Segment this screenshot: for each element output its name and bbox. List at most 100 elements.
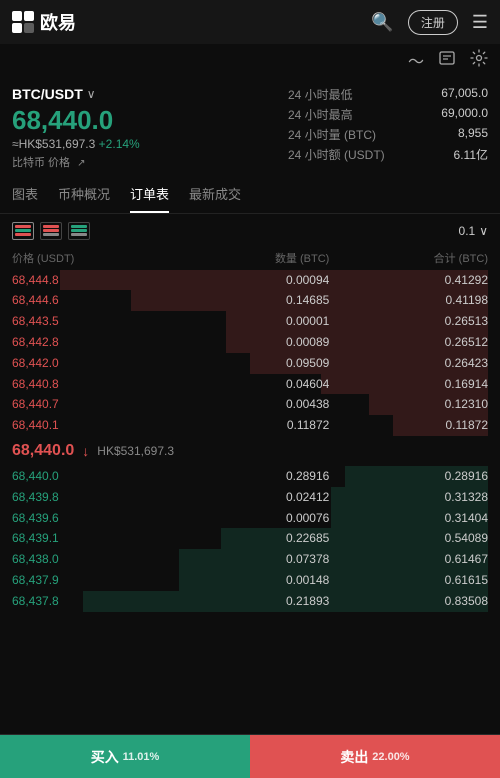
sell-price: 68,440.1 — [12, 417, 171, 434]
ticker-stat-row: 24 小时量 (BTC) 8,955 — [288, 126, 488, 143]
sell-price: 68,440.7 — [12, 396, 171, 413]
sub-header: 〜 — [0, 44, 500, 76]
tab-币种概况[interactable]: 币种概况 — [58, 176, 110, 213]
buy-price: 68,439.1 — [12, 530, 171, 547]
search-icon[interactable]: 🔍 — [371, 12, 393, 33]
table-row[interactable]: 68,440.1 0.11872 0.11872 — [12, 415, 488, 436]
buy-price: 68,439.6 — [12, 510, 171, 527]
news-icon[interactable] — [438, 49, 456, 72]
table-row[interactable]: 68,437.9 0.00148 0.61615 — [12, 570, 488, 591]
register-button[interactable]: 注册 — [408, 10, 458, 35]
sell-total: 0.26513 — [329, 313, 488, 330]
sell-total: 0.11872 — [329, 417, 488, 434]
tab-订单表[interactable]: 订单表 — [130, 176, 169, 213]
ticker-section: BTC/USDT ∨ 68,440.0 ≈HK$531,697.3 +2.14%… — [0, 76, 500, 176]
buy-total: 0.28916 — [329, 468, 488, 485]
sell-qty: 0.00089 — [171, 334, 330, 351]
hk-price: ≈HK$531,697.3 — [12, 137, 95, 151]
external-link-icon[interactable]: ↗ — [77, 158, 85, 169]
table-row[interactable]: 68,438.0 0.07378 0.61467 — [12, 549, 488, 570]
sell-qty: 0.04604 — [171, 376, 330, 393]
col-header-0: 价格 (USDT) — [12, 250, 171, 266]
sell-total: 0.26512 — [329, 334, 488, 351]
view-sell-icon[interactable] — [40, 222, 62, 240]
table-row[interactable]: 68,439.8 0.02412 0.31328 — [12, 487, 488, 508]
buy-total: 0.61467 — [329, 551, 488, 568]
table-row[interactable]: 68,439.1 0.22685 0.54089 — [12, 528, 488, 549]
sell-price: 68,442.8 — [12, 334, 171, 351]
orderbook-header: 0.1 ∨ — [0, 214, 500, 248]
sell-qty: 0.11872 — [171, 417, 330, 434]
table-row[interactable]: 68,437.8 0.21893 0.83508 — [12, 591, 488, 612]
precision-selector[interactable]: 0.1 ∨ — [459, 224, 488, 238]
sell-total: 0.12310 — [329, 396, 488, 413]
table-row[interactable]: 68,440.7 0.00438 0.12310 — [12, 394, 488, 415]
buy-orders: 68,440.0 0.28916 0.28916 68,439.8 0.0241… — [0, 466, 500, 612]
sell-label: 卖出 — [340, 747, 368, 767]
buy-qty: 0.21893 — [171, 593, 330, 610]
stat-label: 24 小时量 (BTC) — [288, 126, 376, 143]
col-headers: 价格 (USDT)数量 (BTC)合计 (BTC) — [0, 248, 500, 270]
view-icons — [12, 222, 90, 240]
buy-qty: 0.02412 — [171, 489, 330, 506]
tab-图表[interactable]: 图表 — [12, 176, 38, 213]
stat-label: 24 小时最低 — [288, 86, 353, 103]
table-row[interactable]: 68,440.8 0.04604 0.16914 — [12, 374, 488, 395]
stat-value: 69,000.0 — [441, 106, 488, 123]
precision-dropdown-icon: ∨ — [479, 224, 488, 238]
view-buy-icon[interactable] — [68, 222, 90, 240]
ticker-stat-row: 24 小时额 (USDT) 6.11亿 — [288, 146, 488, 163]
stat-value: 8,955 — [458, 126, 488, 143]
table-row[interactable]: 68,440.0 0.28916 0.28916 — [12, 466, 488, 487]
buy-qty: 0.28916 — [171, 468, 330, 485]
table-row[interactable]: 68,442.8 0.00089 0.26512 — [12, 332, 488, 353]
buy-price: 68,440.0 — [12, 468, 171, 485]
table-row[interactable]: 68,439.6 0.00076 0.31404 — [12, 508, 488, 529]
buy-total: 0.61615 — [329, 572, 488, 589]
buy-price: 68,437.8 — [12, 593, 171, 610]
sell-total: 0.16914 — [329, 376, 488, 393]
buy-total: 0.54089 — [329, 530, 488, 547]
sell-price: 68,444.8 — [12, 272, 171, 289]
header-right: 🔍 注册 ☰ — [371, 10, 488, 35]
sell-price: 68,444.6 — [12, 292, 171, 309]
table-row[interactable]: 68,444.6 0.14685 0.41198 — [12, 290, 488, 311]
table-row[interactable]: 68,444.8 0.00094 0.41292 — [12, 270, 488, 291]
bottom-bar: 买入 11.01% 卖出 22.00% — [0, 734, 500, 778]
stat-label: 24 小时最高 — [288, 106, 353, 123]
ticker-left: BTC/USDT ∨ 68,440.0 ≈HK$531,697.3 +2.14%… — [12, 86, 288, 170]
menu-icon[interactable]: ☰ — [472, 12, 488, 33]
logo-area: 欧易 — [12, 9, 76, 35]
pair-dropdown-icon[interactable]: ∨ — [87, 87, 96, 101]
table-row[interactable]: 68,442.0 0.09509 0.26423 — [12, 353, 488, 374]
sell-price: 68,440.8 — [12, 376, 171, 393]
stat-label: 24 小时额 (USDT) — [288, 146, 385, 163]
sell-qty: 0.14685 — [171, 292, 330, 309]
tab-最新成交[interactable]: 最新成交 — [189, 176, 241, 213]
settings-icon[interactable] — [470, 49, 488, 72]
stat-value: 6.11亿 — [454, 146, 488, 163]
sell-price: 68,443.5 — [12, 313, 171, 330]
ticker-pair: BTC/USDT ∨ — [12, 86, 288, 102]
sell-price: 68,442.0 — [12, 355, 171, 372]
ticker-stat-row: 24 小时最低67,005.0 — [288, 86, 488, 103]
buy-total: 0.31404 — [329, 510, 488, 527]
buy-qty: 0.00076 — [171, 510, 330, 527]
sell-orders: 68,444.8 0.00094 0.41292 68,444.6 0.1468… — [0, 270, 500, 436]
chart-wave-icon[interactable]: 〜 — [408, 48, 424, 72]
ticker-hk: ≈HK$531,697.3 +2.14% — [12, 137, 288, 151]
sell-qty: 0.00001 — [171, 313, 330, 330]
sell-button[interactable]: 卖出 22.00% — [250, 735, 500, 778]
header: 欧易 🔍 注册 ☰ — [0, 0, 500, 44]
col-header-1: 数量 (BTC) — [171, 250, 330, 266]
sell-total: 0.41198 — [329, 292, 488, 309]
sell-pct: 22.00% — [372, 751, 409, 763]
logo-icon — [12, 11, 34, 33]
mid-hk-price: HK$531,697.3 — [97, 444, 174, 458]
buy-price: 68,437.9 — [12, 572, 171, 589]
mid-price-value: 68,440.0 — [12, 442, 74, 460]
table-row[interactable]: 68,443.5 0.00001 0.26513 — [12, 311, 488, 332]
buy-button[interactable]: 买入 11.01% — [0, 735, 250, 778]
view-both-icon[interactable] — [12, 222, 34, 240]
precision-value: 0.1 — [459, 224, 476, 238]
